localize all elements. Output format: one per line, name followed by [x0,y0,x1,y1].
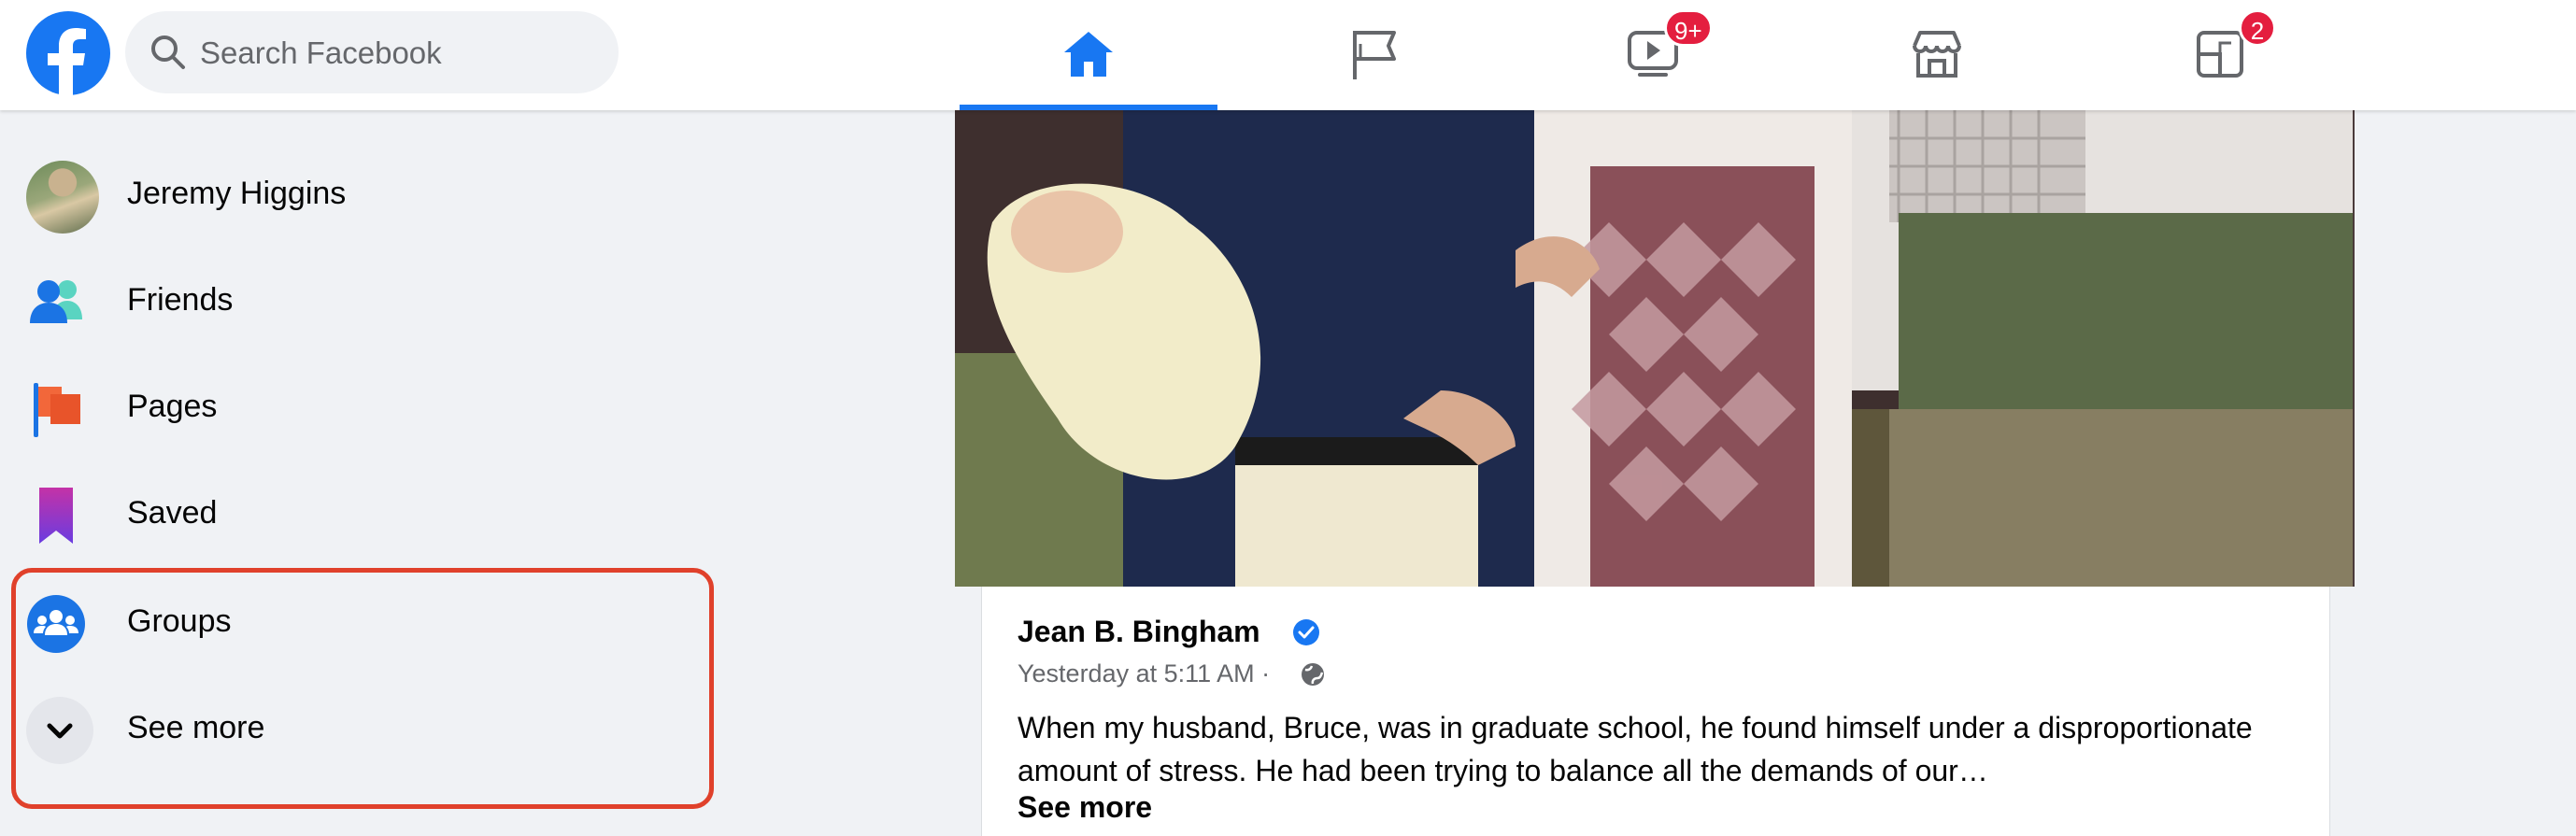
chevron-down-icon [47,723,73,739]
sidebar-item-groups[interactable]: Groups [17,577,708,671]
sidebar-item-label: Saved [127,495,218,531]
search-box[interactable] [125,11,619,95]
active-tab-indicator [960,105,1217,110]
verified-badge-icon [1293,619,1319,645]
sidebar-item-label: Pages [127,389,218,424]
search-icon [151,35,185,69]
flag-icon [1353,31,1396,79]
top-navigation-bar: 9+ 2 [0,0,2576,110]
pages-flag-icon [34,383,80,437]
search-input[interactable] [198,11,604,95]
tab-pages[interactable] [1245,0,1503,110]
sidebar-item-pages[interactable]: Pages [17,362,708,456]
see-more-circle [26,697,93,764]
post-card: Jean B. Bingham Yesterday at 5:11 AM · W… [981,587,2330,836]
sidebar-item-label: Friends [127,282,234,318]
watch-notification-badge: 9+ [1664,9,1713,47]
tab-watch[interactable]: 9+ [1524,0,1782,110]
bookmark-icon [39,488,73,544]
groups-icon [27,595,85,653]
left-sidebar: Jeremy Higgins Friends Pages Saved Group… [0,110,729,836]
gaming-notification-badge: 2 [2239,9,2276,47]
globe-icon [1302,663,1324,686]
tab-home[interactable] [960,0,1217,110]
feed-post: Jean B. Bingham Yesterday at 5:11 AM · W… [955,110,2355,836]
family-photo-image [955,110,2355,587]
post-photo[interactable] [955,110,2355,587]
post-timestamp[interactable]: Yesterday at 5:11 AM · [1018,659,1270,688]
post-body-text: When my husband, Bruce, was in graduate … [1018,711,2253,787]
post-author-name[interactable]: Jean B. Bingham [1018,615,1260,649]
sidebar-item-label: Jeremy Higgins [127,176,347,211]
sidebar-item-label: See more [127,710,265,745]
sidebar-item-friends[interactable]: Friends [17,256,708,349]
sidebar-item-label: Groups [127,603,232,639]
sidebar-item-profile[interactable]: Jeremy Higgins [17,149,708,243]
post-see-more-link[interactable]: See more [1018,790,1152,825]
tab-marketplace[interactable] [1808,0,2066,110]
tab-gaming[interactable]: 2 [2091,0,2349,110]
facebook-logo-icon[interactable] [26,11,110,95]
marketplace-shop-icon [1913,31,1961,78]
sidebar-item-saved[interactable]: Saved [17,469,708,562]
avatar [26,161,99,234]
sidebar-item-see-more[interactable]: See more [17,684,708,777]
friends-icon [30,280,82,323]
gaming-icon [2197,31,2243,78]
home-icon [1064,32,1113,77]
